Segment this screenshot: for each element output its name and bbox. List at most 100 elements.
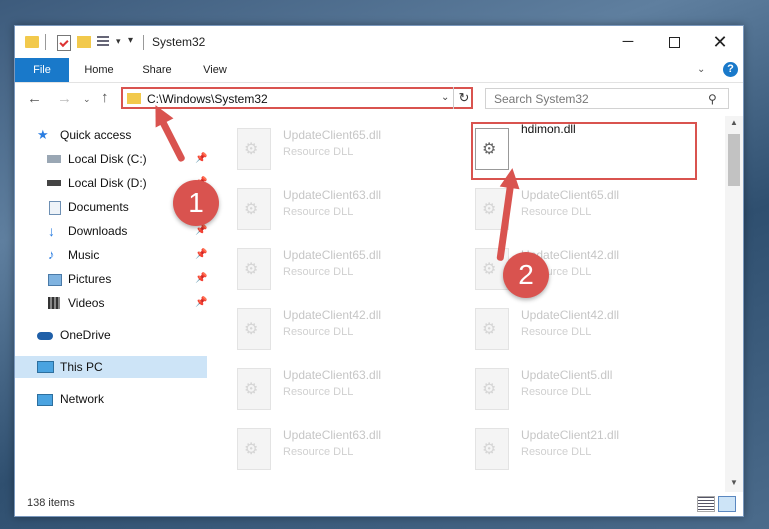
window-title: System32 bbox=[152, 35, 206, 49]
maximize-icon bbox=[668, 36, 680, 48]
sidebar-item-label: Local Disk (C:) bbox=[68, 152, 147, 166]
scroll-up-icon[interactable]: ▲ bbox=[730, 118, 738, 127]
sidebar-item-network[interactable]: Network bbox=[15, 388, 207, 410]
file-tile[interactable]: UpdateClient65.dll Resource DLL bbox=[225, 118, 445, 174]
scroll-thumb[interactable] bbox=[728, 134, 740, 186]
file-tile[interactable]: UpdateClient65.dll Resource DLL bbox=[463, 178, 683, 234]
step-badge-1: 1 bbox=[173, 180, 219, 226]
file-tile[interactable]: UpdateClient42.dllResource DLL bbox=[463, 238, 683, 294]
file-tile[interactable]: UpdateClient21.dll Resource DLL bbox=[463, 418, 683, 474]
view-options-icon[interactable] bbox=[97, 36, 109, 48]
help-icon[interactable]: ? bbox=[723, 62, 738, 77]
file-tile[interactable]: UpdateClient63.dll Resource DLL bbox=[225, 418, 445, 474]
dll-file-icon bbox=[237, 368, 271, 410]
address-bar[interactable]: C:\Windows\System32 ⌄ bbox=[121, 87, 473, 109]
chevron-down-icon[interactable]: ⌄ bbox=[441, 92, 449, 103]
pin-icon[interactable]: 📌 bbox=[195, 244, 207, 266]
sidebar-item-label: Documents bbox=[68, 200, 129, 214]
pictures-icon bbox=[48, 274, 62, 286]
file-tile[interactable]: UpdateClient42.dllResource DLL bbox=[463, 298, 683, 354]
file-name: UpdateClient63.dll bbox=[283, 188, 382, 202]
chevron-down-icon[interactable]: ▾ bbox=[116, 36, 121, 52]
sidebar-item-label: Downloads bbox=[68, 224, 128, 238]
scroll-down-icon[interactable]: ▼ bbox=[730, 478, 738, 487]
sidebar-item-videos[interactable]: Videos 📌 bbox=[15, 292, 207, 314]
sidebar-item-label: Network bbox=[60, 392, 105, 406]
music-icon: ♪ bbox=[48, 247, 55, 262]
file-type: Resource DLL bbox=[521, 446, 592, 458]
dll-file-icon bbox=[237, 128, 271, 170]
file-type: Resource DLL bbox=[283, 266, 354, 278]
new-folder-icon[interactable] bbox=[77, 36, 91, 48]
item-count: 138 items bbox=[27, 497, 75, 509]
annotation-arrowhead-2 bbox=[499, 166, 523, 190]
details-view-icon[interactable] bbox=[697, 496, 715, 512]
file-tile[interactable]: UpdateClient63.dll Resource DLL bbox=[225, 358, 445, 414]
properties-icon[interactable] bbox=[57, 35, 71, 51]
sidebar-item-label: OneDrive bbox=[60, 328, 111, 342]
sidebar-item-this-pc[interactable]: This PC bbox=[15, 356, 207, 378]
customize-toolbar-icon[interactable]: ▾ bbox=[128, 35, 133, 51]
sidebar-item-onedrive[interactable]: OneDrive bbox=[15, 324, 207, 346]
close-button[interactable]: ✕ bbox=[697, 26, 743, 58]
file-name: UpdateClient21.dll bbox=[521, 428, 620, 442]
recent-locations-button[interactable]: ⌄ bbox=[83, 94, 91, 105]
computer-icon bbox=[37, 361, 54, 373]
refresh-button[interactable]: ↻ bbox=[453, 87, 474, 109]
tiles-view-icon[interactable] bbox=[718, 496, 736, 512]
sidebar-item-label: Pictures bbox=[68, 272, 112, 286]
sidebar-item-downloads[interactable]: ↓ Downloads 📌 bbox=[15, 220, 207, 242]
up-button[interactable]: ↑ bbox=[101, 89, 109, 106]
pin-icon[interactable]: 📌 bbox=[195, 268, 207, 290]
maximize-button[interactable] bbox=[651, 26, 697, 58]
file-type: Resource DLL bbox=[283, 446, 354, 458]
file-tile[interactable]: UpdateClient42.dllResource DLL bbox=[225, 298, 445, 354]
videos-icon bbox=[48, 297, 60, 309]
navigation-bar: ← → ⌄ ↑ C:\Windows\System32 ⌄ ↻ Search S… bbox=[15, 83, 743, 115]
sidebar-item-pictures[interactable]: Pictures 📌 bbox=[15, 268, 207, 290]
file-name: UpdateClient42.dll bbox=[521, 308, 620, 322]
file-name: UpdateClient65.dll bbox=[283, 248, 382, 262]
download-icon: ↓ bbox=[48, 223, 55, 239]
file-name: UpdateClient5.dll bbox=[521, 368, 613, 382]
file-tile[interactable]: UpdateClient63.dll Resource DLL bbox=[225, 178, 445, 234]
forward-button[interactable]: → bbox=[57, 90, 72, 107]
file-type: Resource DLL bbox=[283, 146, 354, 158]
expand-ribbon-icon[interactable]: ⌄ bbox=[697, 64, 705, 75]
file-tile[interactable]: UpdateClient5.dll Resource DLL bbox=[463, 358, 683, 414]
star-icon: ★ bbox=[37, 127, 49, 142]
minimize-button[interactable]: ─ bbox=[605, 26, 651, 58]
search-input[interactable]: Search System32 ⚲ bbox=[485, 88, 729, 109]
tab-file[interactable]: File bbox=[15, 58, 69, 82]
tab-share[interactable]: Share bbox=[141, 58, 173, 82]
file-type: Resource DLL bbox=[521, 206, 592, 218]
ribbon-tabs: File Home Share View ⌄ ? bbox=[15, 58, 743, 83]
tab-home[interactable]: Home bbox=[83, 58, 115, 82]
vertical-scrollbar[interactable]: ▲ ▼ bbox=[725, 116, 743, 492]
search-icon[interactable]: ⚲ bbox=[708, 92, 717, 106]
dll-file-icon bbox=[237, 428, 271, 470]
navigation-pane: ★ Quick access Local Disk (C:) 📌 Local D… bbox=[15, 122, 207, 492]
folder-icon bbox=[25, 36, 39, 48]
cloud-icon bbox=[37, 332, 53, 340]
folder-icon bbox=[127, 93, 141, 104]
file-name: UpdateClient42.dll bbox=[283, 308, 382, 322]
toolbar-divider bbox=[45, 34, 46, 50]
file-tile[interactable]: UpdateClient65.dll Resource DLL bbox=[225, 238, 445, 294]
sidebar-item-label: Quick access bbox=[60, 128, 132, 142]
dll-file-icon bbox=[475, 428, 509, 470]
file-name: UpdateClient63.dll bbox=[283, 428, 382, 442]
title-divider bbox=[143, 35, 144, 50]
pin-icon[interactable]: 📌 bbox=[195, 292, 207, 314]
pin-icon[interactable]: 📌 bbox=[195, 148, 207, 170]
back-button[interactable]: ← bbox=[27, 90, 42, 107]
file-name: UpdateClient63.dll bbox=[283, 368, 382, 382]
sidebar-item-label: This PC bbox=[60, 360, 103, 374]
dll-file-icon bbox=[237, 308, 271, 350]
search-placeholder: Search System32 bbox=[494, 92, 589, 106]
sidebar-item-quick-access[interactable]: ★ Quick access bbox=[15, 124, 207, 146]
dll-file-icon bbox=[237, 248, 271, 290]
sidebar-item-music[interactable]: ♪ Music 📌 bbox=[15, 244, 207, 266]
tab-view[interactable]: View bbox=[201, 58, 229, 82]
dll-file-icon bbox=[475, 308, 509, 350]
